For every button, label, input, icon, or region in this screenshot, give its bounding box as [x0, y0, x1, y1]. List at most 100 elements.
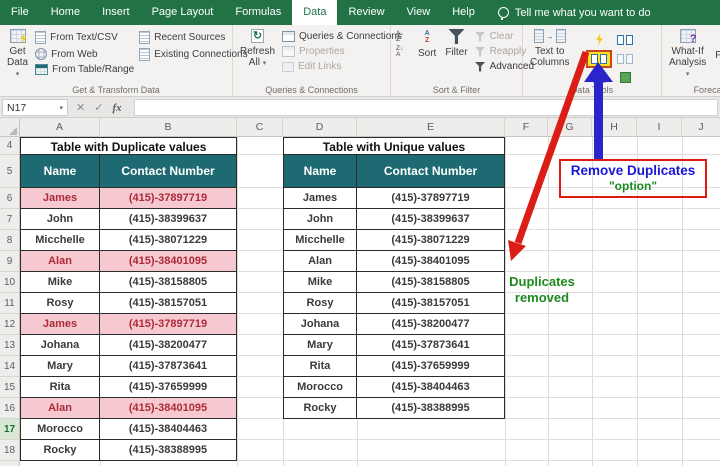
from-table-range-button[interactable]: From Table/Range	[35, 64, 134, 75]
sort-descending-icon[interactable]: Z↓ A	[396, 46, 411, 58]
duplicate-table-name-cell[interactable]: Rocky	[20, 440, 100, 461]
duplicate-table-name-cell[interactable]: Johana	[20, 335, 100, 356]
column-header-b[interactable]: B	[100, 118, 237, 137]
duplicate-table-contact-cell[interactable]: (415)-38404463	[100, 419, 237, 440]
manage-data-model-icon[interactable]	[620, 72, 631, 83]
sort-ascending-icon[interactable]: A↓ Z	[396, 31, 411, 43]
duplicate-table-contact-cell[interactable]: (415)-38388995	[100, 440, 237, 461]
unique-table-name-cell[interactable]: Micchelle	[283, 230, 357, 251]
duplicate-header-contact[interactable]: Contact Number	[100, 155, 237, 188]
tab-data[interactable]: Data	[292, 0, 337, 25]
get-data-button[interactable]: Get Data ▾	[5, 29, 30, 80]
unique-table-contact-cell[interactable]: (415)-38401095	[357, 251, 505, 272]
row-header-5[interactable]: 5	[0, 155, 19, 188]
unique-table-contact-cell[interactable]: (415)-38157051	[357, 293, 505, 314]
column-header-a[interactable]: A	[20, 118, 100, 137]
unique-table-contact-cell[interactable]: (415)-38399637	[357, 209, 505, 230]
unique-table-contact-cell[interactable]: (415)-38200477	[357, 314, 505, 335]
duplicate-table-name-cell[interactable]: Alan	[20, 398, 100, 419]
duplicate-table-name-cell[interactable]: James	[20, 314, 100, 335]
cancel-entry-icon[interactable]: ✕	[76, 101, 85, 114]
duplicate-table-contact-cell[interactable]: (415)-37897719	[100, 188, 237, 209]
unique-table-contact-cell[interactable]: (415)-38158805	[357, 272, 505, 293]
unique-table-contact-cell[interactable]: (415)-38071229	[357, 230, 505, 251]
tab-review[interactable]: Review	[337, 0, 395, 25]
refresh-all-button[interactable]: ↻ Refresh All ▾	[238, 29, 277, 69]
sort-button[interactable]: A Z Sort	[416, 29, 438, 59]
consolidate-icon[interactable]	[617, 35, 633, 45]
unique-table-name-cell[interactable]: Rocky	[283, 398, 357, 419]
select-all-corner[interactable]	[0, 118, 20, 137]
unique-table-name-cell[interactable]: Rita	[283, 356, 357, 377]
duplicate-table-name-cell[interactable]: Morocco	[20, 419, 100, 440]
row-header-13[interactable]: 13	[0, 335, 19, 356]
row-header-6[interactable]: 6	[0, 188, 19, 209]
unique-table-contact-cell[interactable]: (415)-37659999	[357, 356, 505, 377]
row-header-4[interactable]: 4	[0, 137, 19, 155]
confirm-entry-icon[interactable]: ✓	[94, 101, 103, 114]
duplicate-table-title[interactable]: Table with Duplicate values	[20, 137, 237, 155]
row-header-11[interactable]: 11	[0, 293, 19, 314]
remove-duplicates-button[interactable]	[586, 50, 612, 68]
queries-connections-button[interactable]: Queries & Connections	[282, 31, 402, 42]
column-header-h[interactable]: H	[592, 118, 637, 137]
duplicate-table-contact-cell[interactable]: (415)-38399637	[100, 209, 237, 230]
duplicate-table-contact-cell[interactable]: (415)-37897719	[100, 314, 237, 335]
from-text-csv-button[interactable]: From Text/CSV	[35, 31, 134, 44]
row-header-7[interactable]: 7	[0, 209, 19, 230]
duplicate-table-name-cell[interactable]: Alan	[20, 251, 100, 272]
unique-table-contact-cell[interactable]: (415)-37897719	[357, 188, 505, 209]
unique-table-contact-cell[interactable]: (415)-37873641	[357, 335, 505, 356]
duplicate-table-name-cell[interactable]: Mary	[20, 356, 100, 377]
column-header-c[interactable]: C	[237, 118, 283, 137]
unique-table-title[interactable]: Table with Unique values	[283, 137, 505, 155]
name-box-dropdown-icon[interactable]: ▾	[59, 104, 63, 112]
row-header-8[interactable]: 8	[0, 230, 19, 251]
row-header-16[interactable]: 16	[0, 398, 19, 419]
recent-sources-button[interactable]: Recent Sources	[139, 31, 247, 44]
column-header-i[interactable]: I	[637, 118, 682, 137]
tab-page-layout[interactable]: Page Layout	[141, 0, 225, 25]
unique-table-name-cell[interactable]: John	[283, 209, 357, 230]
row-header-15[interactable]: 15	[0, 377, 19, 398]
column-header-f[interactable]: F	[505, 118, 548, 137]
from-web-button[interactable]: From Web	[35, 48, 134, 60]
unique-table-name-cell[interactable]: Mary	[283, 335, 357, 356]
text-to-columns-button[interactable]: → Text to Columns	[528, 29, 571, 68]
tab-insert[interactable]: Insert	[91, 0, 141, 25]
what-if-analysis-button[interactable]: ? What-If Analysis ▾	[667, 29, 708, 80]
duplicate-table-contact-cell[interactable]: (415)-38158805	[100, 272, 237, 293]
unique-table-name-cell[interactable]: Alan	[283, 251, 357, 272]
tell-me-box[interactable]: Tell me what you want to do	[498, 0, 651, 25]
duplicate-table-contact-cell[interactable]: (415)-38401095	[100, 251, 237, 272]
duplicate-table-name-cell[interactable]: Rita	[20, 377, 100, 398]
unique-table-name-cell[interactable]: Mike	[283, 272, 357, 293]
filter-button[interactable]: Filter	[443, 29, 469, 58]
unique-table-name-cell[interactable]: Morocco	[283, 377, 357, 398]
duplicate-table-contact-cell[interactable]: (415)-37659999	[100, 377, 237, 398]
duplicate-table-contact-cell[interactable]: (415)-38401095	[100, 398, 237, 419]
tab-help[interactable]: Help	[441, 0, 486, 25]
tab-formulas[interactable]: Formulas	[224, 0, 292, 25]
data-validation-icon[interactable]: ✓	[593, 72, 606, 83]
formula-input[interactable]	[134, 99, 718, 116]
row-header-17[interactable]: 17	[0, 419, 19, 440]
unique-table-name-cell[interactable]: Johana	[283, 314, 357, 335]
unique-header-name[interactable]: Name	[283, 155, 357, 188]
name-box[interactable]: N17 ▾	[2, 99, 68, 116]
unique-table-contact-cell[interactable]: (415)-38388995	[357, 398, 505, 419]
tab-home[interactable]: Home	[40, 0, 91, 25]
duplicate-table-name-cell[interactable]: James	[20, 188, 100, 209]
duplicate-table-contact-cell[interactable]: (415)-38200477	[100, 335, 237, 356]
row-header-18[interactable]: 18	[0, 440, 19, 461]
row-header-9[interactable]: 9	[0, 251, 19, 272]
insert-function-icon[interactable]: fx	[112, 102, 121, 114]
column-header-g[interactable]: G	[548, 118, 592, 137]
unique-header-contact[interactable]: Contact Number	[357, 155, 505, 188]
tab-view[interactable]: View	[396, 0, 442, 25]
duplicate-table-name-cell[interactable]: Mike	[20, 272, 100, 293]
column-header-e[interactable]: E	[357, 118, 505, 137]
duplicate-table-name-cell[interactable]: John	[20, 209, 100, 230]
column-header-d[interactable]: D	[283, 118, 357, 137]
duplicate-table-name-cell[interactable]: Rosy	[20, 293, 100, 314]
